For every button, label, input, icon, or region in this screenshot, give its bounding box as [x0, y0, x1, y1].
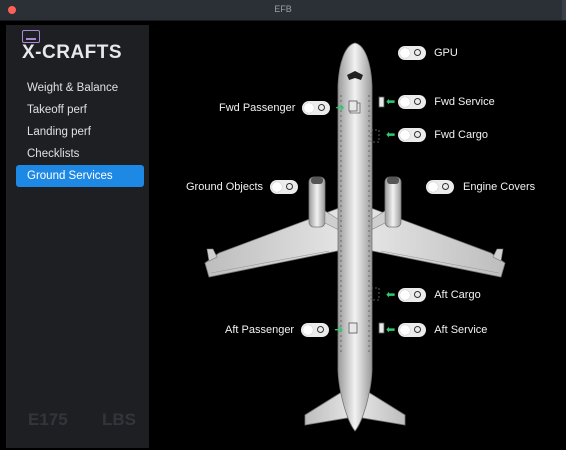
arrow-left-icon: ⬅ — [386, 324, 396, 336]
arrow-left-icon: ⬅ — [386, 96, 396, 108]
toggle-ring-icon — [414, 98, 422, 105]
sidebar-menu: Weight & Balance Takeoff perf Landing pe… — [16, 77, 144, 187]
fwd-cargo-toggle[interactable] — [398, 128, 427, 142]
sidebar: X-CRAFTS Weight & Balance Takeoff perf L… — [6, 25, 149, 448]
fwd-cargo-label: Fwd Cargo — [434, 129, 489, 141]
aircraft-model-label: E175 — [28, 410, 68, 429]
aft-passenger-control: Aft Passenger ➜ — [225, 322, 343, 338]
left-engine — [308, 176, 342, 232]
aft-service-control: ⬅ Aft Service — [386, 322, 487, 338]
right-engine — [368, 176, 402, 232]
arrow-left-icon: ⬅ — [386, 129, 396, 141]
fwd-service-label: Fwd Service — [434, 96, 495, 108]
sidebar-item-landing-perf[interactable]: Landing perf — [16, 121, 144, 143]
arrow-right-icon: ➜ — [335, 102, 345, 114]
toggle-ring-icon — [318, 104, 326, 111]
toggle-ring-icon — [414, 49, 421, 56]
engine-covers-label: Engine Covers — [463, 181, 536, 193]
sidebar-item-weight-balance[interactable]: Weight & Balance — [16, 77, 144, 99]
efb-window: X-CRAFTS Weight & Balance Takeoff perf L… — [6, 25, 560, 448]
fwd-service-control: ⬅ Fwd Service — [386, 94, 495, 110]
ground-objects-control: Ground Objects — [186, 179, 299, 195]
title-bar: EFB — [0, 0, 566, 21]
app-logo: X-CRAFTS — [22, 42, 123, 63]
ground-objects-label: Ground Objects — [186, 181, 264, 193]
gpu-label: GPU — [434, 47, 458, 59]
gpu-control: GPU — [398, 45, 458, 61]
arrow-left-icon: ⬅ — [386, 289, 396, 301]
title-bar-edge — [562, 0, 566, 20]
fwd-cargo-control: ⬅ Fwd Cargo — [386, 127, 488, 143]
aft-cargo-toggle[interactable] — [398, 288, 427, 302]
aircraft-diagram — [204, 42, 506, 432]
toggle-ring-icon — [414, 326, 422, 333]
sidebar-item-ground-services[interactable]: Ground Services — [16, 165, 144, 187]
engine-covers-control: Engine Covers — [426, 179, 535, 195]
fwd-passenger-toggle[interactable] — [302, 101, 331, 115]
toggle-ring-icon — [414, 291, 422, 298]
arrow-right-icon: ➜ — [334, 324, 344, 336]
aft-service-label: Aft Service — [434, 324, 488, 336]
sidebar-item-takeoff-perf[interactable]: Takeoff perf — [16, 99, 144, 121]
window-title: EFB — [274, 4, 292, 14]
toggle-ring-icon — [317, 326, 325, 333]
sidebar-item-checklists[interactable]: Checklists — [16, 143, 144, 165]
toggle-ring-icon — [414, 131, 422, 138]
fwd-passenger-control: Fwd Passenger ➜ — [219, 100, 345, 116]
gpu-toggle[interactable] — [398, 46, 426, 60]
aft-passenger-toggle[interactable] — [301, 323, 330, 337]
aft-cargo-control: ⬅ Aft Cargo — [386, 287, 481, 303]
toggle-ring-icon — [286, 183, 294, 190]
fwd-service-toggle[interactable] — [398, 95, 427, 109]
aft-service-toggle[interactable] — [398, 323, 427, 337]
aft-passenger-label: Aft Passenger — [225, 324, 295, 336]
toggle-ring-icon — [442, 183, 449, 190]
ground-services-panel: GPU Fwd Passenger ➜ ⬅ Fwd Service ⬅ Fwd … — [149, 25, 560, 448]
fwd-passenger-label: Fwd Passenger — [219, 102, 296, 114]
aft-cargo-label: Aft Cargo — [434, 289, 481, 301]
engine-covers-toggle[interactable] — [426, 180, 454, 194]
ground-objects-toggle[interactable] — [270, 180, 299, 194]
units-label: LBS — [102, 410, 136, 429]
